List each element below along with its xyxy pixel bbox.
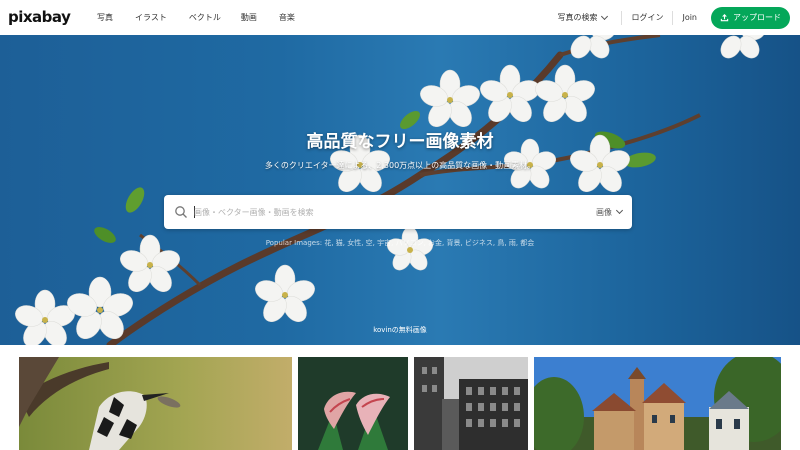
image-credit[interactable]: kovinの無料画像 — [0, 325, 800, 335]
calla-lily-image — [298, 357, 408, 450]
nav-videos[interactable]: 動画 — [241, 12, 257, 23]
search-input[interactable] — [194, 203, 564, 221]
hero-subtitle: 多くのクリエイター達による、2,300万点以上の高品質な画像・動画素材。 — [264, 161, 536, 170]
search-type-dropdown[interactable]: 画像 — [596, 195, 624, 229]
explore-photos-dropdown[interactable]: 写真の検索 — [557, 12, 609, 23]
search-type-label: 画像 — [596, 207, 612, 217]
blossom-background-image — [15, 35, 766, 345]
nav-music[interactable]: 音楽 — [279, 12, 295, 23]
thumbnail-town-tower-photo[interactable] — [534, 357, 781, 450]
pixabay-homepage: pixabay 写真 イラスト ベクトル 動画 音楽 写真の検索 ログイン Jo… — [0, 0, 800, 450]
town-tower-image — [534, 357, 781, 450]
nav-illustrations[interactable]: イラスト — [135, 12, 167, 23]
top-header: pixabay 写真 イラスト ベクトル 動画 音楽 写真の検索 ログイン Jo… — [0, 0, 800, 35]
nav-photos[interactable]: 写真 — [97, 12, 113, 23]
hero-title: 高品質なフリー画像素材 — [306, 132, 494, 152]
upload-button[interactable]: アップロード — [711, 6, 790, 29]
nav-vectors[interactable]: ベクトル — [189, 12, 221, 23]
chevron-down-icon — [601, 12, 609, 20]
search-bar: 画像 — [164, 195, 632, 229]
explore-label: 写真の検索 — [557, 13, 598, 22]
popular-searches[interactable]: Popular Images: 花, 猫, 女性, 空, 宇宙, パソコン, お… — [0, 238, 800, 248]
bird-image — [19, 357, 292, 450]
divider — [621, 10, 623, 25]
hero-banner: 高品質なフリー画像素材 多くのクリエイター達による、2,300万点以上の高品質な… — [0, 35, 800, 345]
bw-building-image — [414, 357, 528, 450]
header-actions: 写真の検索 ログイン Join アップロード — [557, 0, 790, 35]
chevron-down-icon — [615, 206, 624, 215]
join-link[interactable]: Join — [682, 13, 697, 22]
thumbnail-bird-photo[interactable] — [19, 357, 292, 450]
main-nav: 写真 イラスト ベクトル 動画 音楽 — [97, 0, 317, 35]
divider — [672, 10, 674, 25]
pixabay-logo[interactable]: pixabay — [8, 8, 71, 26]
login-link[interactable]: ログイン — [631, 12, 663, 23]
thumbnail-calla-lily-photo[interactable] — [298, 357, 408, 450]
thumbnail-bw-building-photo[interactable] — [414, 357, 528, 450]
upload-icon — [720, 14, 729, 22]
search-icon[interactable] — [174, 205, 188, 219]
upload-label: アップロード — [733, 13, 781, 22]
